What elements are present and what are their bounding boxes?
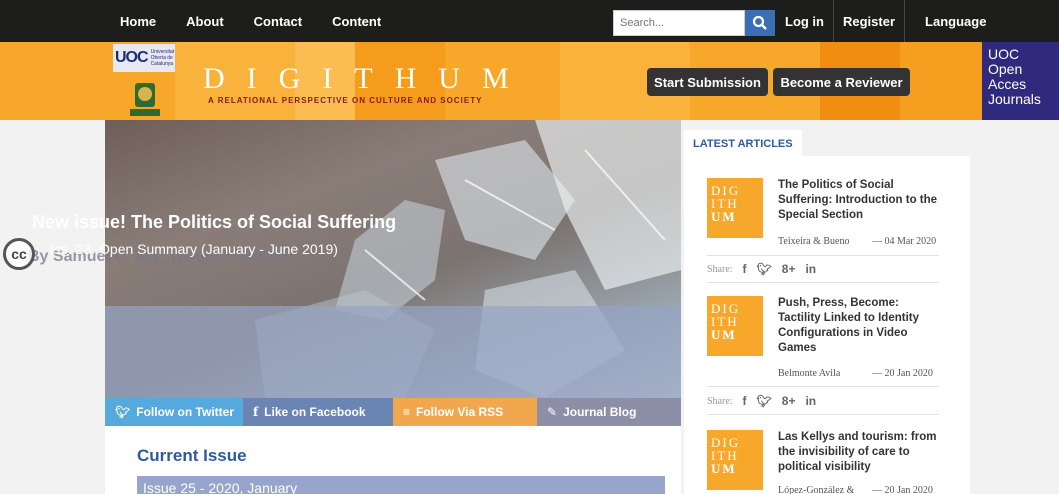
udea-logo[interactable] [128,82,162,118]
uoc-journals-link[interactable]: UOC Open Acces Journals [982,42,1059,120]
uoc-logo[interactable]: UOC Universitat Oberta de Catalunya [113,44,175,72]
article-date: — 20 Jan 2020 [872,368,933,379]
twitter-share-icon[interactable]: 🐦︎ [757,394,772,408]
divider [707,282,939,283]
hero-caption-band [105,306,681,398]
issue-title-bar[interactable]: Issue 25 - 2020, January [137,476,665,494]
divider [707,386,939,387]
rss-label: Follow Via RSS [416,405,504,419]
twitter-label: Follow on Twitter [136,405,234,419]
login-link[interactable]: Log in [779,0,833,42]
language-menu[interactable]: Language [904,0,995,42]
twitter-icon: 🐦︎ [115,405,131,419]
article-date: — 04 Mar 2020 [872,236,937,247]
nav-contact[interactable]: Contact [254,14,302,29]
googleplus-share-icon[interactable]: 8+ [782,394,796,408]
brand-tagline: A RELATIONAL PERSPECTIVE ON CULTURE AND … [208,96,483,105]
article-title[interactable]: Push, Press, Become: Tactility Linked to… [778,296,944,356]
article-date: — 20 Jan 2020 [872,485,933,494]
start-submission-button[interactable]: Start Submission [647,68,768,96]
share-row: Share: f 🐦︎ 8+ in [707,394,816,408]
thumb-line: UM [711,209,737,224]
share-label: Share: [707,263,733,275]
article-authors: Belmonte Avila [778,368,841,379]
share-row: Share: f 🐦︎ 8+ in [707,262,816,276]
divider [707,414,939,415]
journal-blog-button[interactable]: ✎ Journal Blog [537,398,681,426]
article-thumbnail[interactable]: DIG ITH UM [707,296,763,356]
header-block [900,42,982,120]
facebook-share-icon[interactable]: f [743,394,747,408]
blog-label: Journal Blog [563,405,637,419]
search-input[interactable] [613,10,745,36]
become-reviewer-button[interactable]: Become a Reviewer [773,68,910,96]
brand-title: DIGITHUM [203,62,531,95]
edit-icon: ✎ [547,405,558,419]
account-menu: Log in Register Language [779,0,995,42]
follow-rss-button[interactable]: ≡ Follow Via RSS [393,398,537,426]
article-title[interactable]: The Politics of Social Suffering: Introd… [778,178,944,223]
nav-about[interactable]: About [186,14,224,29]
article-authors: López-González & [778,485,855,494]
creative-commons-icon: cc [3,238,35,270]
article-title[interactable]: Las Kellys and tourism: from the invisib… [778,430,944,475]
googleplus-share-icon[interactable]: 8+ [782,262,796,276]
twitter-share-icon[interactable]: 🐦︎ [757,262,772,276]
nav-content[interactable]: Content [332,14,381,29]
divider [707,255,939,256]
current-issue-heading: Current Issue [137,446,247,465]
like-facebook-button[interactable]: f Like on Facebook [243,398,393,426]
thumb-line: UM [711,461,737,476]
article-thumbnail[interactable]: DIG ITH UM [707,178,763,238]
main-menu: Home About Contact Content [120,0,411,42]
linkedin-share-icon[interactable]: in [805,262,816,276]
search-button[interactable] [745,10,775,36]
nav-home[interactable]: Home [120,14,156,29]
facebook-share-icon[interactable]: f [743,262,747,276]
hero-subtitle: Iss. 23. Open Summary (January - June 20… [50,241,338,257]
facebook-label: Like on Facebook [264,405,366,419]
social-bar: 🐦︎ Follow on Twitter f Like on Facebook … [105,398,681,426]
facebook-icon: f [253,405,259,419]
article-authors: Teixeira & Bueno [778,236,850,247]
top-navigation: Home About Contact Content Log in Regist… [0,0,1059,42]
search-icon [752,15,767,30]
share-label: Share: [707,395,733,407]
latest-articles-tab[interactable]: LATEST ARTICLES [684,130,802,158]
register-link[interactable]: Register [833,0,904,42]
hero-title[interactable]: New issue! The Politics of Social Suffer… [32,212,396,233]
follow-twitter-button[interactable]: 🐦︎ Follow on Twitter [105,398,243,426]
linkedin-share-icon[interactable]: in [805,394,816,408]
rss-icon: ≡ [403,405,411,419]
article-thumbnail[interactable]: DIG ITH UM [707,430,763,490]
thumb-line: UM [711,327,737,342]
